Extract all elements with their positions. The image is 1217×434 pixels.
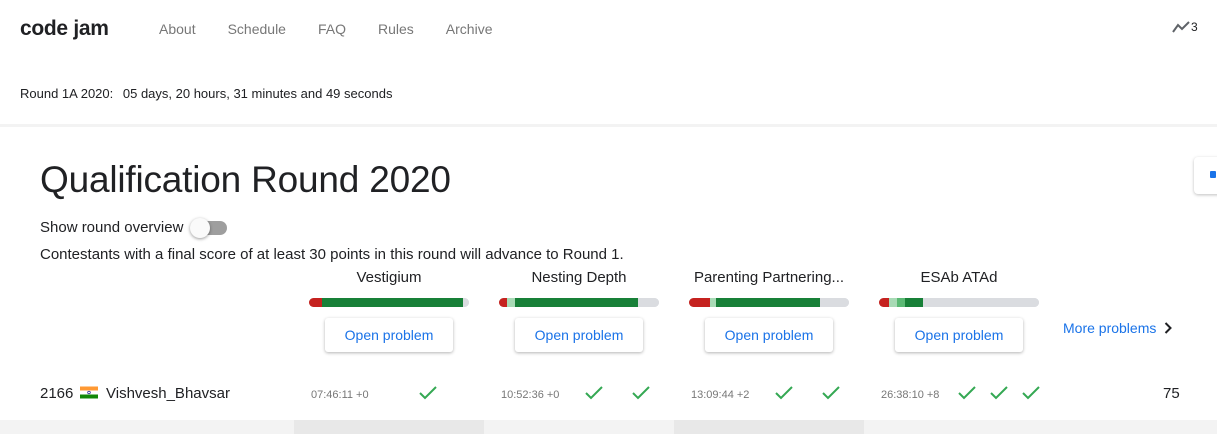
check-icon [958, 386, 976, 400]
code-jam-logo[interactable]: code jam [20, 17, 109, 41]
problem-name: ESAb ATAd [920, 269, 998, 286]
problem-name: Vestigium [356, 269, 422, 286]
result-cell: 10:52:36 +0 [500, 379, 660, 409]
overview-label: Show round overview [40, 219, 184, 236]
panel-icon [1210, 171, 1216, 178]
page-title: Qualification Round 2020 [40, 159, 451, 200]
main-nav: About Schedule FAQ Rules Archive [159, 21, 524, 37]
open-problem-button[interactable]: Open problem [895, 318, 1023, 352]
round-card: Qualification Round 2020 Show round over… [0, 127, 1217, 420]
side-panel-tab[interactable] [1194, 157, 1217, 194]
scoreboard-row: 2166 Vishvesh_Bhavsar 07:46:11 +0 10:52:… [0, 379, 1217, 409]
toggle-knob [190, 217, 211, 238]
problem-name: Nesting Depth [531, 269, 627, 286]
bar-segment [463, 298, 469, 307]
open-problem-button[interactable]: Open problem [325, 318, 453, 352]
more-problems-label: More problems [1063, 320, 1157, 336]
bar-segment [889, 298, 897, 307]
penalty-time: 10:52:36 +0 [501, 389, 560, 401]
total-score: 75 [1163, 385, 1180, 402]
penalty-time: 26:38:10 +8 [881, 389, 940, 401]
check-icon [632, 386, 650, 400]
penalty-time: 13:09:44 +2 [691, 389, 750, 401]
bar-segment [716, 298, 820, 307]
check-icon [775, 386, 793, 400]
india-flag-icon [80, 386, 98, 399]
more-problems-link[interactable]: More problems [1063, 320, 1173, 336]
advance-note: Contestants with a final score of at lea… [40, 246, 624, 263]
countdown-time: 05 days, 20 hours, 31 minutes and 49 sec… [122, 86, 393, 101]
bar-segment [897, 298, 905, 307]
bar-segment [638, 298, 659, 307]
chevron-right-icon [1165, 322, 1173, 334]
bar-segment [879, 298, 889, 307]
problem-name: Parenting Partnering... [693, 269, 845, 286]
lower-column-shade [674, 420, 864, 434]
lower-column-shade [1054, 420, 1217, 434]
countdown: Round 1A 2020: 05 days, 20 hours, 31 min… [20, 86, 392, 101]
check-icon [990, 386, 1008, 400]
penalty-time: 07:46:11 +0 [311, 389, 369, 401]
check-icon [822, 386, 840, 400]
round-overview-toggle-row: Show round overview [40, 217, 228, 238]
bar-segment [499, 298, 507, 307]
result-cell: 07:46:11 +0 [310, 379, 470, 409]
open-problem-button[interactable]: Open problem [705, 318, 833, 352]
attempt-bar [689, 298, 849, 307]
bar-segment [689, 298, 710, 307]
bar-segment [309, 298, 322, 307]
bar-segment [905, 298, 923, 307]
attempt-bar [309, 298, 469, 307]
bar-segment [322, 298, 463, 307]
bar-segment [507, 298, 515, 307]
trend-count: 3 [1191, 20, 1198, 34]
round-overview-toggle[interactable] [190, 217, 228, 238]
nav-archive[interactable]: Archive [446, 21, 493, 37]
nav-rules[interactable]: Rules [378, 21, 414, 37]
lower-column-shade [294, 420, 484, 434]
bar-segment [515, 298, 638, 307]
result-cell: 26:38:10 +8 [880, 379, 1040, 409]
nav-faq[interactable]: FAQ [318, 21, 346, 37]
check-icon [419, 386, 437, 400]
contestant-name[interactable]: Vishvesh_Bhavsar [106, 385, 230, 402]
check-icon [585, 386, 603, 400]
contestant-rank: 2166 [40, 385, 74, 402]
attempt-bar [879, 298, 1039, 307]
open-problem-button[interactable]: Open problem [515, 318, 643, 352]
check-icon [1022, 386, 1040, 400]
result-cell: 13:09:44 +2 [690, 379, 850, 409]
trend-indicator[interactable]: 3 [1172, 20, 1198, 34]
bar-segment [923, 298, 1039, 307]
top-bar: code jam About Schedule FAQ Rules Archiv… [0, 0, 1217, 124]
countdown-label: Round 1A 2020: [20, 86, 114, 101]
trending-icon [1172, 21, 1190, 33]
nav-about[interactable]: About [159, 21, 196, 37]
attempt-bar [499, 298, 659, 307]
bar-segment [820, 298, 849, 307]
nav-schedule[interactable]: Schedule [228, 21, 286, 37]
